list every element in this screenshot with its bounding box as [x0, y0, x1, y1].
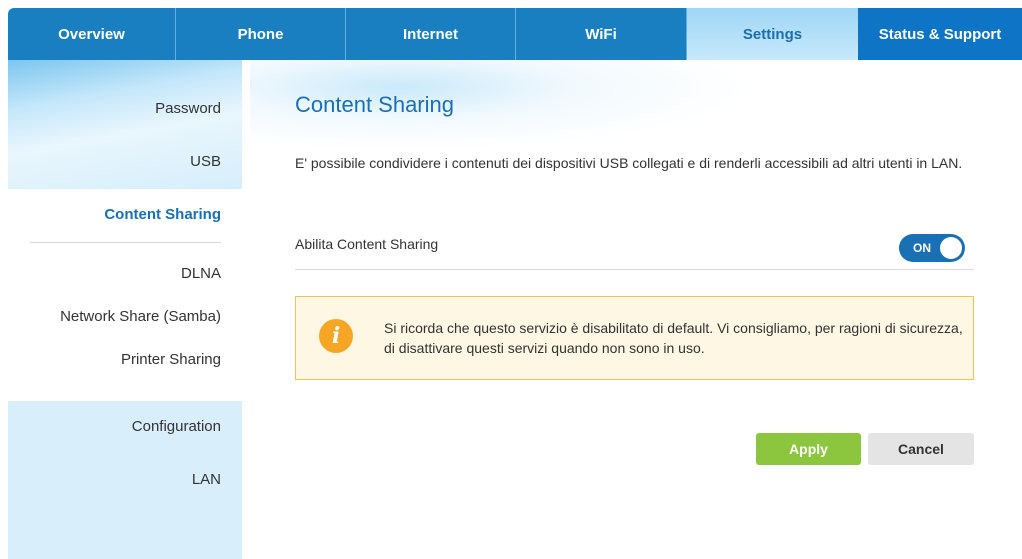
page-description: E' possibile condividere i contenuti dei…	[295, 155, 963, 171]
sidebar-divider	[30, 242, 221, 243]
tab-settings[interactable]: Settings	[687, 8, 858, 60]
sidebar-item-usb[interactable]: USB	[190, 153, 221, 170]
top-navigation: Overview Phone Internet WiFi Settings St…	[8, 8, 1022, 60]
toggle-state-label: ON	[913, 241, 931, 255]
content-sharing-label: Abilita Content Sharing	[295, 236, 439, 252]
sidebar-item-lan[interactable]: LAN	[192, 471, 221, 488]
sidebar: Password USB Content Sharing DLNA Networ…	[8, 60, 242, 559]
sidebar-item-dlna[interactable]: DLNA	[181, 265, 221, 282]
warning-notice: i Si ricorda che questo servizio è disab…	[295, 296, 974, 380]
apply-button[interactable]: Apply	[756, 433, 861, 465]
content-sharing-row: Abilita Content Sharing ON	[295, 230, 974, 270]
sidebar-item-printer-sharing[interactable]: Printer Sharing	[121, 351, 221, 368]
toggle-knob	[940, 237, 962, 259]
sidebar-item-network-share[interactable]: Network Share (Samba)	[60, 308, 221, 325]
sidebar-item-password[interactable]: Password	[155, 100, 221, 117]
tab-wifi[interactable]: WiFi	[516, 8, 687, 60]
cancel-button[interactable]: Cancel	[868, 433, 974, 465]
info-icon: i	[319, 319, 353, 353]
sidebar-item-content-sharing[interactable]: Content Sharing	[104, 206, 221, 223]
page-title: Content Sharing	[295, 92, 454, 117]
notice-text: Si ricorda che questo servizio è disabil…	[384, 320, 963, 356]
sidebar-item-configuration[interactable]: Configuration	[132, 418, 221, 435]
tab-internet[interactable]: Internet	[346, 8, 516, 60]
tab-status-support[interactable]: Status & Support	[858, 8, 1022, 60]
tab-overview[interactable]: Overview	[8, 8, 176, 60]
tab-phone[interactable]: Phone	[176, 8, 346, 60]
content-sharing-toggle[interactable]: ON	[899, 234, 965, 262]
